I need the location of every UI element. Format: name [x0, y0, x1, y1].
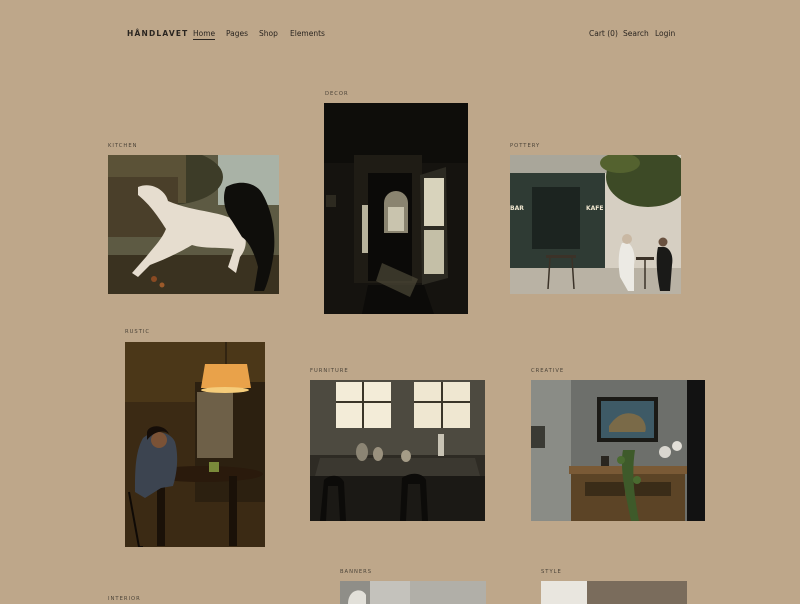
nav-shop[interactable]: Shop [259, 29, 278, 38]
creative-photo[interactable] [531, 380, 705, 521]
search-link[interactable]: Search [623, 29, 649, 38]
nav-pages[interactable]: Pages [226, 29, 248, 38]
cart-link[interactable]: Cart (0) [589, 29, 618, 38]
category-label-pottery[interactable]: POTTERY [510, 143, 540, 149]
rustic-photo[interactable] [125, 342, 265, 547]
category-label-banners[interactable]: BANNERS [340, 569, 372, 575]
nav-elements[interactable]: Elements [290, 29, 325, 38]
furniture-photo[interactable] [310, 380, 485, 521]
category-label-interior[interactable]: INTERIOR [108, 596, 141, 602]
category-label-decor[interactable]: DECOR [325, 91, 349, 97]
category-label-furniture[interactable]: FURNITURE [310, 368, 349, 374]
banners-photo[interactable] [340, 581, 486, 604]
nav-home[interactable]: Home [193, 29, 216, 40]
pottery-photo[interactable] [510, 155, 681, 294]
style-photo[interactable] [541, 581, 687, 604]
category-label-style[interactable]: STYLE [541, 569, 562, 575]
site-logo[interactable]: HÅNDLAVET [127, 29, 189, 38]
decor-photo[interactable] [324, 103, 468, 314]
bar-sign: BAR [510, 205, 524, 212]
kafe-sign: KAFE [586, 205, 604, 212]
login-link[interactable]: Login [655, 29, 675, 38]
kitchen-photo[interactable] [108, 155, 279, 294]
category-label-creative[interactable]: CREATIVE [531, 368, 564, 374]
category-label-rustic[interactable]: RUSTIC [125, 329, 150, 335]
category-label-kitchen[interactable]: KITCHEN [108, 143, 137, 149]
